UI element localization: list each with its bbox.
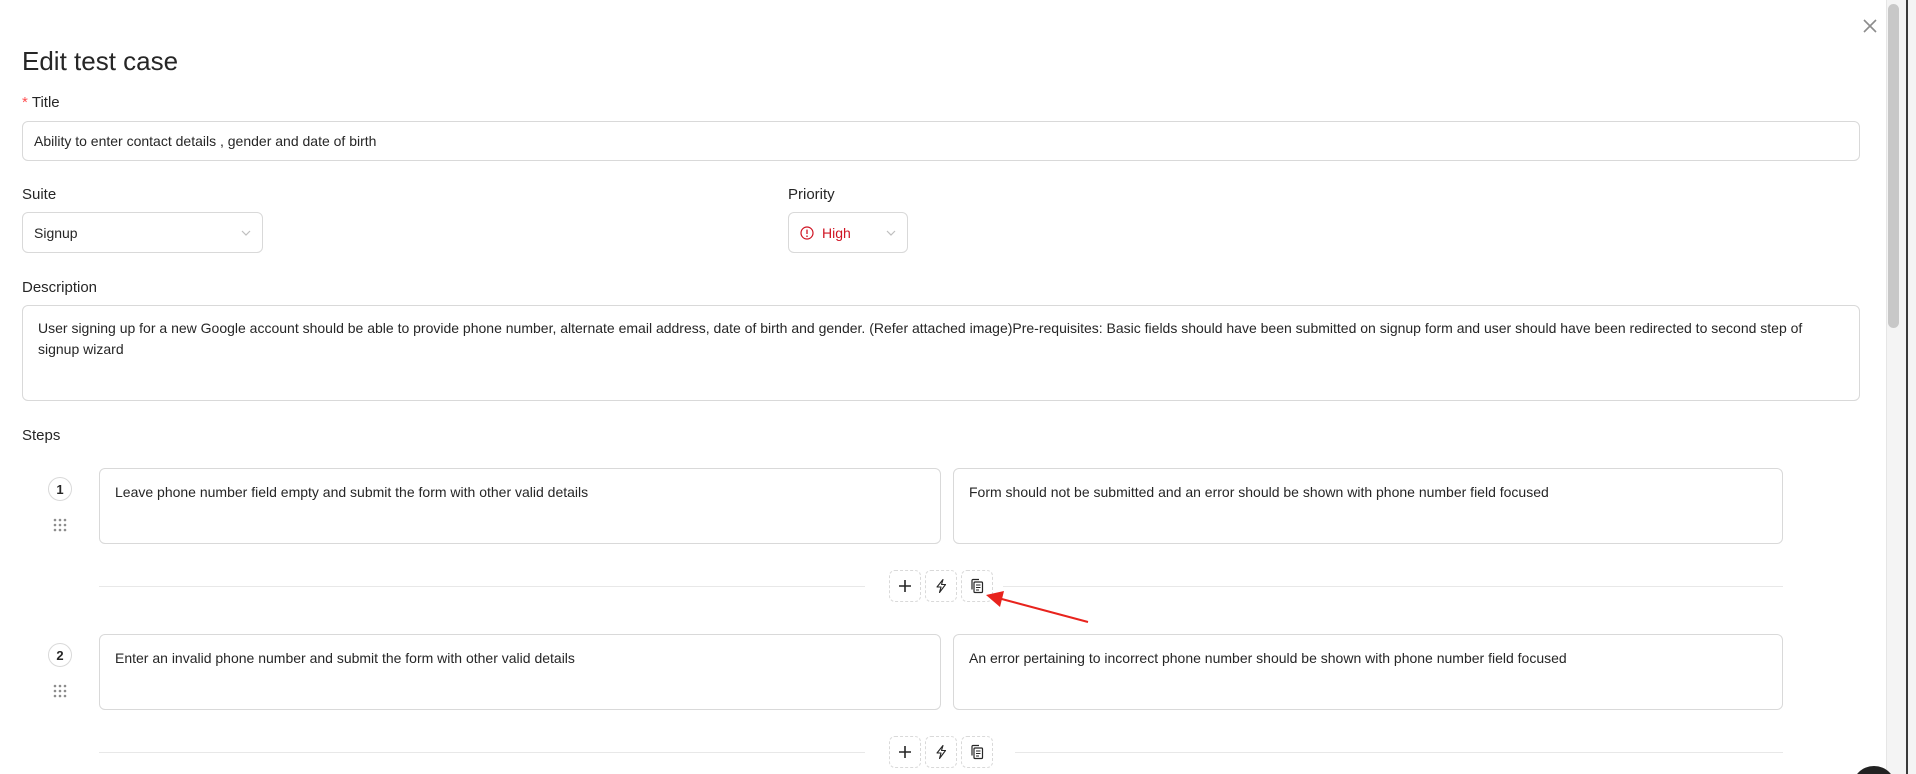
suite-select[interactable]: Signup [22,212,263,253]
page-title: Edit test case [22,46,179,76]
drag-handle-icon[interactable] [53,684,67,698]
steps-label: Steps [22,427,61,444]
description-label: Description [22,279,98,296]
title-input-value: Ability to enter contact details , gende… [34,133,377,149]
step-expected-input[interactable]: Form should not be submitted and an erro… [953,468,1783,544]
step-divider [99,586,865,587]
annotation-arrow [986,591,1089,623]
generate-step-button[interactable] [925,736,957,768]
plus-icon [899,580,911,592]
lightning-icon [936,578,947,594]
chevron-down-icon [240,227,252,239]
title-label: * Title [22,94,60,111]
drag-handle-icon[interactable] [53,518,67,532]
step-number: 2 [48,643,72,667]
copy-icon [971,744,984,760]
step-divider [99,752,865,753]
step-action-text: Leave phone number field empty and submi… [115,484,589,500]
title-input[interactable]: Ability to enter contact details , gende… [22,121,1860,161]
close-button[interactable] [1860,16,1880,36]
suite-select-value: Signup [34,224,78,241]
step-expected-input[interactable]: An error pertaining to incorrect phone n… [953,634,1783,710]
plus-icon [899,746,911,758]
window-edge [1906,0,1908,774]
step-action-text: Enter an invalid phone number and submit… [115,650,575,666]
suite-label: Suite [22,186,57,203]
close-icon [1863,19,1877,33]
generate-step-button[interactable] [925,570,957,602]
required-mark: * [22,94,28,111]
exclamation-circle-icon [800,225,814,240]
step-number: 1 [48,477,72,501]
step-divider [1003,586,1783,587]
step-action-input[interactable]: Leave phone number field empty and submi… [99,468,941,544]
step-expected-text: An error pertaining to incorrect phone n… [969,650,1567,666]
description-text: User signing up for a new Google account… [38,320,1803,357]
priority-label: Priority [788,186,835,203]
chevron-down-icon [885,227,897,239]
scrollbar-thumb[interactable] [1888,4,1899,328]
add-step-button[interactable] [889,736,921,768]
add-step-button[interactable] [889,570,921,602]
step-action-input[interactable]: Enter an invalid phone number and submit… [99,634,941,710]
step-divider [1015,752,1783,753]
clone-step-button[interactable] [961,736,993,768]
title-label-text: Title [31,94,60,111]
description-textarea[interactable]: User signing up for a new Google account… [22,305,1860,401]
priority-select[interactable]: High [788,212,908,253]
priority-select-value: High [822,224,851,241]
lightning-icon [936,744,947,760]
step-expected-text: Form should not be submitted and an erro… [969,484,1549,500]
edit-test-case-modal: Edit test case * Title Ability to enter c… [0,0,1886,774]
